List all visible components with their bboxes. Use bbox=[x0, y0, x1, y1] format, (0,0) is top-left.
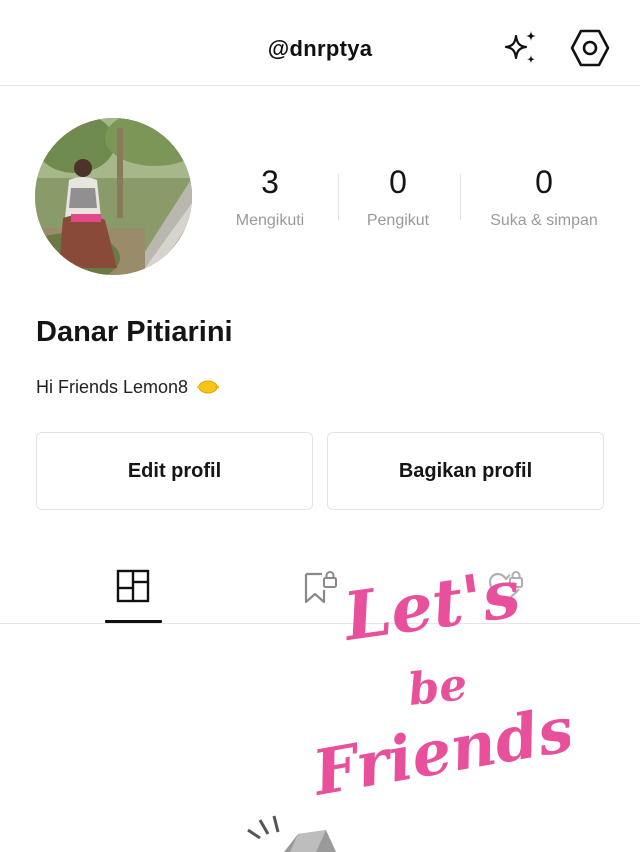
stat-followers-count: 0 bbox=[389, 164, 407, 200]
stat-likes-saves-label: Suka & simpan bbox=[490, 212, 598, 229]
profile-bio: Hi Friends Lemon8 bbox=[36, 377, 220, 398]
lemon-icon bbox=[197, 380, 220, 394]
stat-likes-saves-count: 0 bbox=[535, 164, 553, 200]
content-tabs bbox=[0, 548, 640, 624]
settings-button[interactable] bbox=[568, 26, 612, 70]
stat-followers[interactable]: 0 Pengikut bbox=[333, 160, 463, 230]
tab-posts[interactable] bbox=[73, 548, 193, 624]
heart-lock-icon bbox=[488, 571, 523, 602]
profile-stats: 3 Mengikuti 0 Pengikut 0 Suka & simpan bbox=[205, 160, 625, 240]
active-tab-indicator bbox=[105, 620, 162, 623]
tab-liked[interactable] bbox=[446, 548, 566, 624]
top-bar: @dnrptya bbox=[0, 0, 640, 86]
profile-username: @dnrptya bbox=[267, 36, 373, 61]
bookmark-lock-icon bbox=[304, 571, 337, 604]
tab-saved[interactable] bbox=[260, 548, 380, 624]
profile-display-name: Danar Pitiarini bbox=[36, 316, 233, 348]
stat-following-count: 3 bbox=[261, 164, 279, 200]
grid-layout-icon bbox=[116, 569, 150, 603]
stat-following-label: Mengikuti bbox=[235, 212, 305, 229]
stat-following[interactable]: 3 Mengikuti bbox=[205, 160, 335, 230]
stat-divider bbox=[460, 174, 461, 220]
sparkle-icon bbox=[504, 31, 536, 64]
profile-bio-text: Hi Friends Lemon8 bbox=[36, 377, 189, 397]
hexagon-settings-icon bbox=[570, 29, 610, 67]
sticker-line-3: Friends bbox=[306, 692, 570, 810]
edit-profile-button[interactable]: Edit profil bbox=[36, 432, 313, 510]
stat-followers-label: Pengikut bbox=[366, 212, 430, 229]
profile-avatar[interactable] bbox=[35, 118, 192, 275]
share-profile-button[interactable]: Bagikan profil bbox=[327, 432, 604, 510]
sparkle-button[interactable] bbox=[498, 26, 542, 70]
stat-likes-saves[interactable]: 0 Suka & simpan bbox=[479, 160, 609, 230]
sticker-line-2: be bbox=[406, 659, 470, 716]
avatar-photo bbox=[35, 118, 192, 275]
megaphone-icon bbox=[247, 815, 336, 852]
